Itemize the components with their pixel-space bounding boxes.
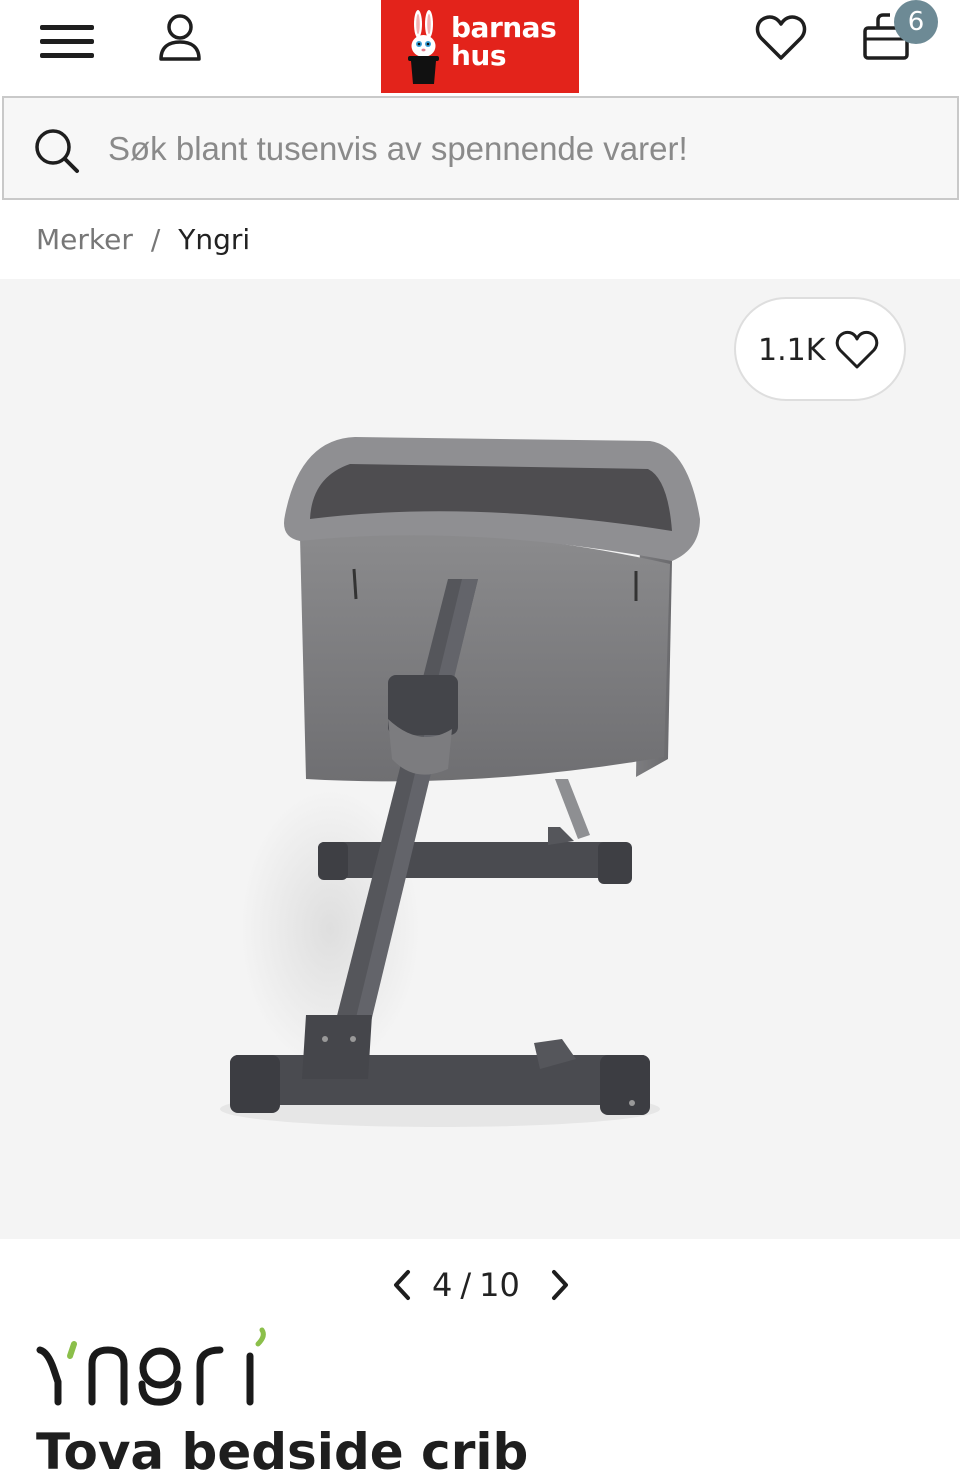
cart-count-badge: 6	[894, 0, 938, 44]
chevron-right-icon[interactable]	[546, 1266, 574, 1304]
site-header: barnas hus 6	[0, 0, 960, 95]
gallery-page-indicator: 4/10	[432, 1262, 520, 1308]
breadcrumb-link-merker[interactable]: Merker	[36, 223, 133, 256]
yngri-brand-logo[interactable]	[36, 1326, 276, 1408]
breadcrumb-current: Yngri	[178, 223, 251, 256]
like-count: 1.1K	[758, 333, 826, 368]
like-button[interactable]: 1.1K	[734, 297, 906, 401]
chevron-left-icon[interactable]	[388, 1266, 416, 1304]
search-icon[interactable]	[32, 126, 82, 176]
search-input[interactable]	[108, 122, 928, 176]
page-separator: /	[460, 1266, 472, 1304]
breadcrumb: Merker / Yngri	[36, 220, 250, 260]
bedside-crib-product-image	[220, 437, 700, 1127]
breadcrumb-separator: /	[150, 223, 161, 256]
heart-icon	[835, 330, 879, 369]
total-image-count: 10	[479, 1266, 520, 1304]
logo-wordmark: barnas hus	[451, 11, 557, 72]
product-gallery[interactable]: 1.1K	[0, 279, 960, 1239]
gallery-pagination: 4/10	[0, 1262, 960, 1310]
current-image-number: 4	[432, 1266, 453, 1304]
rabbit-hat-logo-icon	[408, 10, 439, 84]
user-icon[interactable]	[156, 12, 204, 64]
wishlist-heart-icon[interactable]	[754, 12, 808, 64]
search-bar	[2, 96, 959, 200]
site-logo[interactable]: barnas hus	[381, 0, 579, 93]
product-title: Tova bedside crib	[36, 1423, 529, 1478]
menu-icon[interactable]	[40, 22, 96, 62]
